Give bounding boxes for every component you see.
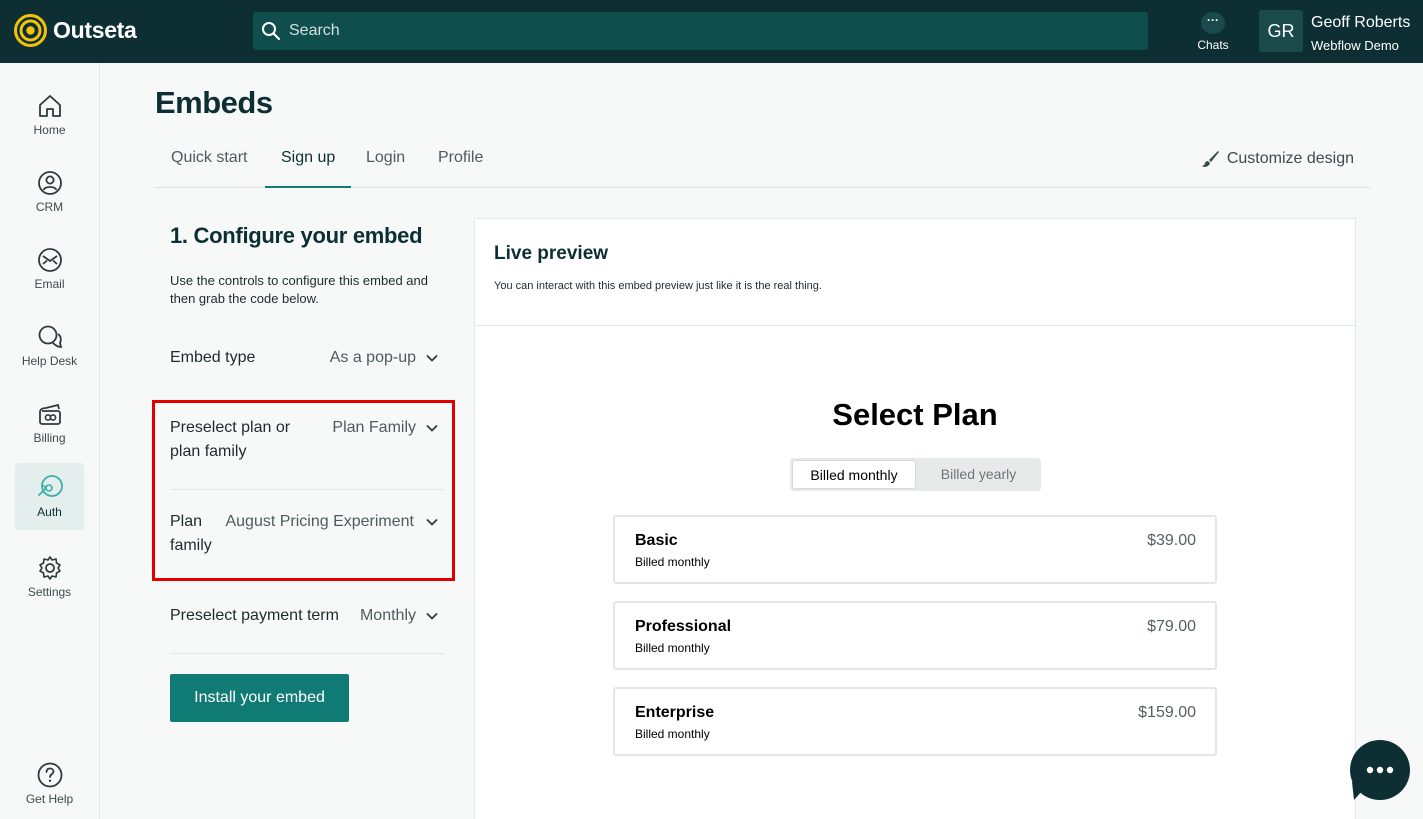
sidebar-item-email[interactable]: Email <box>15 237 84 304</box>
sidebar-item-label: Help Desk <box>21 354 78 368</box>
sidebar-item-billing[interactable]: Billing <box>15 391 84 458</box>
customize-design-label: Customize design <box>1226 150 1354 167</box>
chats-button[interactable]: ··· Chats <box>1193 12 1233 52</box>
payment-term-select[interactable]: Monthly <box>360 604 416 628</box>
help-desk-icon <box>38 325 62 348</box>
embed-tabs: Quick start Sign up Login Profile Custom… <box>155 140 1370 188</box>
plan-name: Basic <box>635 532 678 549</box>
get-help-label: Get Help <box>25 792 74 806</box>
tab-profile[interactable]: Profile <box>422 140 499 188</box>
plan-name: Enterprise <box>635 704 715 721</box>
home-icon <box>38 95 61 117</box>
plan-price: $79.00 <box>1147 618 1196 635</box>
billing-term-toggle: Billed monthly Billed yearly <box>790 458 1041 491</box>
billed-monthly-option[interactable]: Billed monthly <box>792 460 916 489</box>
avatar[interactable]: GR <box>1259 10 1303 52</box>
sidebar-item-crm[interactable]: CRM <box>15 160 84 227</box>
live-preview-subtitle: You can interact with this embed preview… <box>494 280 822 292</box>
get-help-button[interactable]: Get Help <box>15 752 84 819</box>
payment-term-label: Preselect payment term <box>170 607 339 624</box>
payment-term-row: Preselect payment term Monthly <box>170 604 444 630</box>
plan-card-basic[interactable]: Basic Billed monthly $39.00 <box>613 515 1217 584</box>
email-icon <box>37 248 62 272</box>
outseta-logo-icon <box>14 14 47 47</box>
tab-login[interactable]: Login <box>350 140 421 188</box>
plan-term: Billed monthly <box>635 555 710 569</box>
divider <box>170 653 444 654</box>
sidebar-item-auth[interactable]: Auth <box>15 463 84 530</box>
sidebar-item-help-desk[interactable]: Help Desk <box>15 314 84 381</box>
chats-icon: ··· <box>1201 12 1225 34</box>
sidebar-item-label: Auth <box>37 505 62 519</box>
sidebar-item-label: Email <box>34 277 65 291</box>
auth-icon <box>37 475 63 497</box>
configure-description: Use the controls to configure this embed… <box>170 273 428 306</box>
plan-term: Billed monthly <box>635 727 710 741</box>
chevron-down-icon[interactable] <box>425 351 439 365</box>
live-preview-header: Live preview You can interact with this … <box>475 219 1355 326</box>
live-preview-title: Live preview <box>494 243 609 264</box>
billing-icon <box>38 403 61 425</box>
search-bar[interactable] <box>253 12 1148 50</box>
live-preview-card: Live preview You can interact with this … <box>474 218 1356 819</box>
tab-sign-up[interactable]: Sign up <box>265 140 352 188</box>
configure-title: 1. Configure your embed <box>170 223 423 248</box>
sidebar-item-label: Home <box>33 123 66 137</box>
plan-price: $159.00 <box>1138 704 1196 721</box>
chat-dots-icon <box>1366 766 1394 774</box>
outseta-logo[interactable]: Outseta <box>14 14 137 47</box>
install-embed-button[interactable]: Install your embed <box>170 674 349 722</box>
sidebar-item-label: Billing <box>33 431 66 445</box>
paintbrush-icon <box>1201 151 1219 167</box>
page-title: Embeds <box>155 85 273 120</box>
customize-design-button[interactable]: Customize design <box>1200 149 1354 169</box>
sidebar-item-home[interactable]: Home <box>15 83 84 150</box>
crm-icon <box>37 171 62 195</box>
plan-term: Billed monthly <box>635 641 710 655</box>
plan-card-enterprise[interactable]: Enterprise Billed monthly $159.00 <box>613 687 1217 756</box>
search-input[interactable] <box>289 22 1109 40</box>
search-icon <box>262 22 281 41</box>
user-org: Webflow Demo <box>1311 38 1399 53</box>
plan-name: Professional <box>635 618 732 635</box>
chat-widget-button[interactable] <box>1350 740 1410 800</box>
plan-price: $39.00 <box>1147 532 1196 549</box>
chats-label: Chats <box>1197 38 1229 52</box>
sidebar-item-label: Settings <box>27 585 72 599</box>
help-icon <box>37 762 62 788</box>
billed-yearly-option[interactable]: Billed yearly <box>918 460 1039 489</box>
sidebar: Home CRM Email Help Desk Billing Auth Se… <box>0 63 100 819</box>
gear-icon <box>38 556 61 580</box>
user-name[interactable]: Geoff Roberts <box>1311 14 1410 32</box>
embed-type-label: Embed type <box>170 349 256 366</box>
plan-card-professional[interactable]: Professional Billed monthly $79.00 <box>613 601 1217 670</box>
top-bar: Outseta ··· Chats GR Geoff Roberts Webfl… <box>0 0 1423 63</box>
embed-type-row: Embed type As a pop-up <box>170 346 444 372</box>
chevron-down-icon[interactable] <box>425 609 439 623</box>
tab-quick-start[interactable]: Quick start <box>155 140 263 188</box>
highlight-box <box>152 400 455 581</box>
select-plan-heading: Select Plan <box>832 397 998 432</box>
sidebar-item-settings[interactable]: Settings <box>15 545 84 612</box>
embed-type-select[interactable]: As a pop-up <box>330 346 416 370</box>
sidebar-item-label: CRM <box>35 200 64 214</box>
brand-name: Outseta <box>53 17 137 43</box>
